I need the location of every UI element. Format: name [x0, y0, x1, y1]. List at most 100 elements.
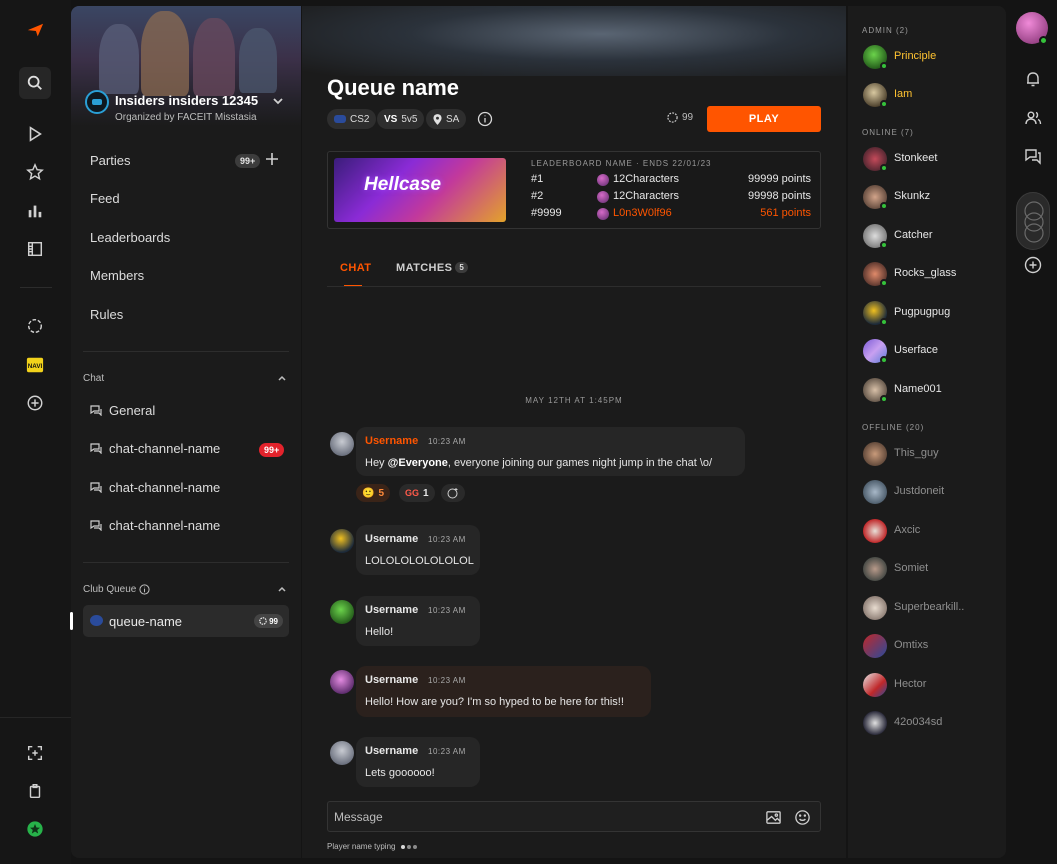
member-offline[interactable]: 42o034sd	[862, 711, 1002, 737]
member-online[interactable]: Rocks_glass	[862, 262, 1002, 288]
reaction-smile[interactable]: 🙂 5	[356, 484, 391, 502]
member-name: Omtixs	[894, 639, 929, 651]
channel-item[interactable]: chat-channel-name	[90, 515, 220, 535]
message-username[interactable]: Username	[365, 674, 418, 686]
play-icon[interactable]	[20, 119, 50, 149]
chevron-up-icon[interactable]	[277, 584, 287, 594]
chat-bubble-icon	[90, 405, 102, 416]
faceit-logo-icon[interactable]	[20, 16, 50, 46]
nav-leaderboards[interactable]: Leaderboards	[90, 230, 170, 245]
avatar[interactable]	[330, 670, 354, 694]
nav-rules[interactable]: Rules	[90, 307, 123, 322]
message-username[interactable]: Username	[365, 604, 418, 616]
member-online[interactable]: Userface	[862, 339, 1002, 365]
add-icon[interactable]	[20, 388, 50, 418]
screenshot-icon[interactable]	[20, 738, 50, 768]
reaction-gg[interactable]: GG 1	[399, 484, 435, 502]
emoji-icon[interactable]	[794, 809, 811, 826]
chat-icon[interactable]	[1024, 147, 1042, 165]
stats-icon[interactable]	[20, 196, 50, 226]
member-offline[interactable]: Hector	[862, 673, 1002, 699]
faceit-green-icon[interactable]	[20, 814, 50, 844]
avatar	[597, 208, 609, 220]
member-online[interactable]: Name001	[862, 378, 1002, 404]
chevron-down-icon[interactable]	[271, 94, 285, 108]
member-name: Pugpugpug	[894, 306, 951, 318]
avatar[interactable]	[330, 529, 354, 553]
search-icon[interactable]	[19, 67, 51, 99]
member-offline[interactable]: Omtixs	[862, 634, 1002, 660]
reaction-count: 5	[378, 487, 385, 499]
chat-bubble-icon	[90, 482, 102, 493]
nav-feed[interactable]: Feed	[90, 191, 120, 206]
message-input[interactable]	[334, 808, 734, 826]
message-time: 10:23 AM	[428, 535, 466, 544]
points: 99999 points	[748, 173, 811, 185]
tab-label: MATCHES	[396, 262, 453, 274]
member-offline[interactable]: Axcic	[862, 519, 1002, 545]
channel-item[interactable]: chat-channel-name	[90, 438, 220, 458]
leaderboard-card[interactable]: Hellcase LEADERBOARD NAME · ENDS 22/01/2…	[327, 151, 821, 229]
message-username[interactable]: Username	[365, 533, 418, 545]
chevron-up-icon[interactable]	[277, 373, 287, 383]
avatar[interactable]	[330, 741, 354, 765]
member-offline[interactable]: Somiet	[862, 557, 1002, 583]
add-icon[interactable]	[1024, 256, 1042, 274]
rail-bottom-divider	[0, 717, 71, 718]
add-party-icon[interactable]	[265, 152, 279, 166]
member-offline[interactable]: This_guy	[862, 442, 1002, 468]
member-admin[interactable]: Iam	[862, 83, 1002, 109]
queue-list-item[interactable]: queue-name 99	[83, 605, 289, 637]
friends-icon[interactable]	[1024, 109, 1042, 127]
avatar	[597, 191, 609, 203]
message-bubble: Username 10:23 AM Hey @Everyone, everyon…	[356, 427, 745, 476]
info-icon[interactable]	[139, 584, 150, 595]
film-icon[interactable]	[20, 234, 50, 264]
circle-dots-icon[interactable]	[20, 311, 50, 341]
image-icon[interactable]	[765, 809, 782, 826]
rank: #1	[531, 173, 544, 185]
member-offline[interactable]: Justdoneit	[862, 480, 1002, 506]
club-title-row[interactable]: Insiders insiders 12345 Organized by FAC…	[85, 90, 291, 123]
member-online[interactable]: Catcher	[862, 224, 1002, 250]
nav-parties[interactable]: Parties	[90, 153, 130, 168]
channel-item[interactable]: chat-channel-name	[90, 477, 220, 497]
star-icon[interactable]	[20, 157, 50, 187]
message-bubble: Username 10:23 AM Lets goooooo!	[356, 737, 480, 787]
leaderboard-row: #2 12Characters 99998 points	[531, 190, 811, 206]
chat-bubble-icon	[90, 443, 102, 454]
avatar[interactable]	[330, 600, 354, 624]
message-username[interactable]: Username	[365, 745, 418, 757]
leaderboard-banner-image: Hellcase	[334, 158, 506, 222]
channel-label: chat-channel-name	[109, 440, 221, 456]
member-online[interactable]: Pugpugpug	[862, 301, 1002, 327]
nav-members[interactable]: Members	[90, 268, 144, 283]
info-icon[interactable]	[477, 111, 493, 127]
member-online[interactable]: Skunkz	[862, 185, 1002, 211]
tab-chat[interactable]: CHAT	[340, 262, 371, 274]
avatar	[863, 673, 887, 697]
club-name: Insiders insiders 12345	[115, 93, 259, 108]
member-online[interactable]: Stonkeet	[862, 147, 1002, 173]
clipboard-icon[interactable]	[20, 776, 50, 806]
avatar[interactable]	[330, 432, 354, 456]
member-name: Userface	[894, 344, 939, 356]
group-stack[interactable]	[1016, 192, 1050, 250]
queue-count-text: 99	[269, 616, 278, 626]
add-emoji-icon	[447, 488, 458, 499]
mention[interactable]: @Everyone	[388, 457, 448, 469]
bell-icon[interactable]	[1024, 70, 1042, 88]
play-button[interactable]: PLAY	[707, 106, 821, 132]
tab-matches[interactable]: MATCHES 5	[396, 262, 469, 274]
navi-icon[interactable]: NAVI	[20, 350, 50, 380]
add-reaction-button[interactable]	[441, 484, 465, 502]
member-offline[interactable]: Superbearkill..	[862, 596, 1002, 622]
message-composer[interactable]	[327, 801, 821, 832]
avatar	[863, 596, 887, 620]
player-name: 12Characters	[613, 190, 680, 202]
channel-general[interactable]: General	[90, 400, 155, 420]
chat-section-label: Chat	[83, 373, 105, 384]
message-text: Hey @Everyone, everyone joining our game…	[365, 457, 712, 469]
member-admin[interactable]: Principle	[862, 45, 1002, 71]
message-username[interactable]: Username	[365, 435, 418, 447]
